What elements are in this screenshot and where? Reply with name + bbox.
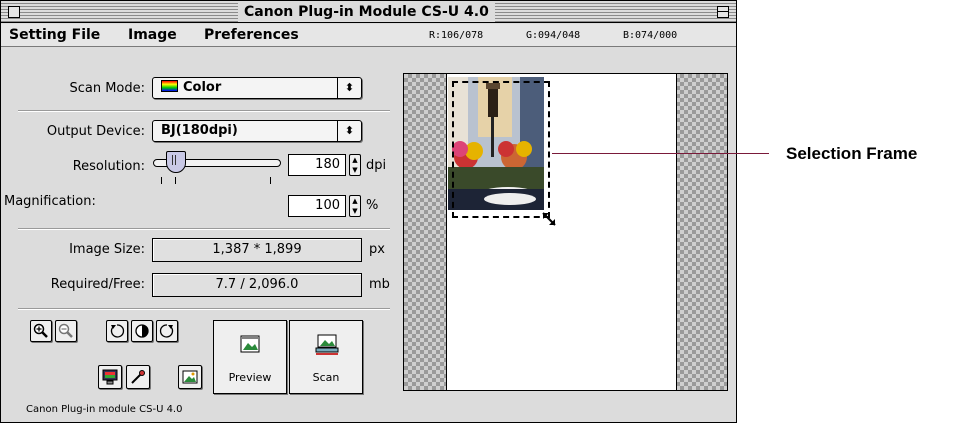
menu-preferences[interactable]: Preferences xyxy=(204,27,299,44)
zoom-in-button[interactable] xyxy=(30,320,52,342)
popup-arrows-icon: ⬍ xyxy=(337,121,361,141)
popup-arrows-icon: ⬍ xyxy=(337,78,361,98)
scan-button[interactable]: Scan xyxy=(289,320,363,394)
magnification-stepper[interactable]: ▲ ▼ xyxy=(349,195,361,217)
rotate-left-icon xyxy=(110,324,125,338)
flip-button[interactable] xyxy=(131,320,153,342)
selection-frame-callout: Selection Frame xyxy=(786,144,918,163)
rotate-right-button[interactable] xyxy=(156,320,178,342)
required-free-label: Required/Free: xyxy=(50,277,145,292)
slider-tick xyxy=(270,177,271,184)
monitor-icon xyxy=(102,369,118,385)
slider-tick xyxy=(175,177,176,184)
scan-mode-label: Scan Mode: xyxy=(69,81,145,96)
eyedropper-icon xyxy=(131,370,145,384)
red-readout: R:106/078 xyxy=(429,30,484,41)
rotate-left-button[interactable] xyxy=(106,320,128,342)
required-free-unit: mb xyxy=(369,277,390,292)
required-free-value: 7.7 / 2,096.0 xyxy=(152,273,362,297)
output-device-popup[interactable]: BJ(180dpi) ⬍ xyxy=(152,120,362,142)
zoom-out-icon xyxy=(58,323,73,338)
output-device-label: Output Device: xyxy=(46,124,145,139)
zoom-box-icon[interactable] xyxy=(717,6,729,18)
resize-handle-icon[interactable] xyxy=(540,210,558,228)
preview-button[interactable]: Preview xyxy=(213,320,287,394)
image-icon xyxy=(182,370,198,384)
preview-icon xyxy=(240,335,260,353)
divider xyxy=(18,228,390,230)
blue-readout: B:074/000 xyxy=(623,30,678,41)
menu-bar: Setting File Image Preferences R:106/078… xyxy=(1,24,736,47)
rotate-right-icon xyxy=(159,324,174,338)
resolution-slider-thumb[interactable] xyxy=(165,151,186,173)
resolution-stepper[interactable]: ▲ ▼ xyxy=(349,154,361,176)
title-bar[interactable]: Canon Plug-in Module CS-U 4.0 xyxy=(1,1,736,23)
image-size-unit: px xyxy=(369,242,385,257)
resolution-label: Resolution: xyxy=(72,159,145,174)
image-button[interactable] xyxy=(178,365,202,389)
image-size-value: 1,387 * 1,899 xyxy=(152,238,362,262)
green-readout: G:094/048 xyxy=(526,30,581,41)
zoom-in-icon xyxy=(33,323,48,338)
preview-label: Preview xyxy=(228,371,272,384)
status-bar: Canon Plug-in module CS-U 4.0 xyxy=(26,404,183,415)
scan-icon xyxy=(315,334,339,355)
eyedropper-button[interactable] xyxy=(126,365,150,389)
scan-mode-popup[interactable]: Color ⬍ xyxy=(152,77,362,99)
zoom-out-button[interactable] xyxy=(55,320,77,342)
resolution-unit: dpi xyxy=(366,158,387,173)
callout-line xyxy=(552,153,769,154)
output-device-value: BJ(180dpi) xyxy=(161,123,238,138)
selection-frame[interactable] xyxy=(452,81,550,218)
scan-label: Scan xyxy=(312,371,340,384)
magnification-field[interactable]: 100 xyxy=(288,195,346,217)
menu-image[interactable]: Image xyxy=(128,27,177,44)
divider xyxy=(18,308,390,310)
image-size-label: Image Size: xyxy=(69,242,145,257)
resolution-field[interactable]: 180 xyxy=(288,154,346,176)
close-box-icon[interactable] xyxy=(8,6,20,18)
flip-icon xyxy=(135,324,149,338)
divider xyxy=(18,110,390,112)
window-title: Canon Plug-in Module CS-U 4.0 xyxy=(238,2,495,22)
magnification-unit: % xyxy=(366,198,379,213)
color-swatch-icon xyxy=(161,80,178,92)
scan-mode-value: Color xyxy=(183,80,222,95)
monitor-button[interactable] xyxy=(98,365,122,389)
menu-setting-file[interactable]: Setting File xyxy=(9,27,100,44)
magnification-label: Magnification: xyxy=(4,194,96,209)
slider-tick xyxy=(161,177,162,184)
